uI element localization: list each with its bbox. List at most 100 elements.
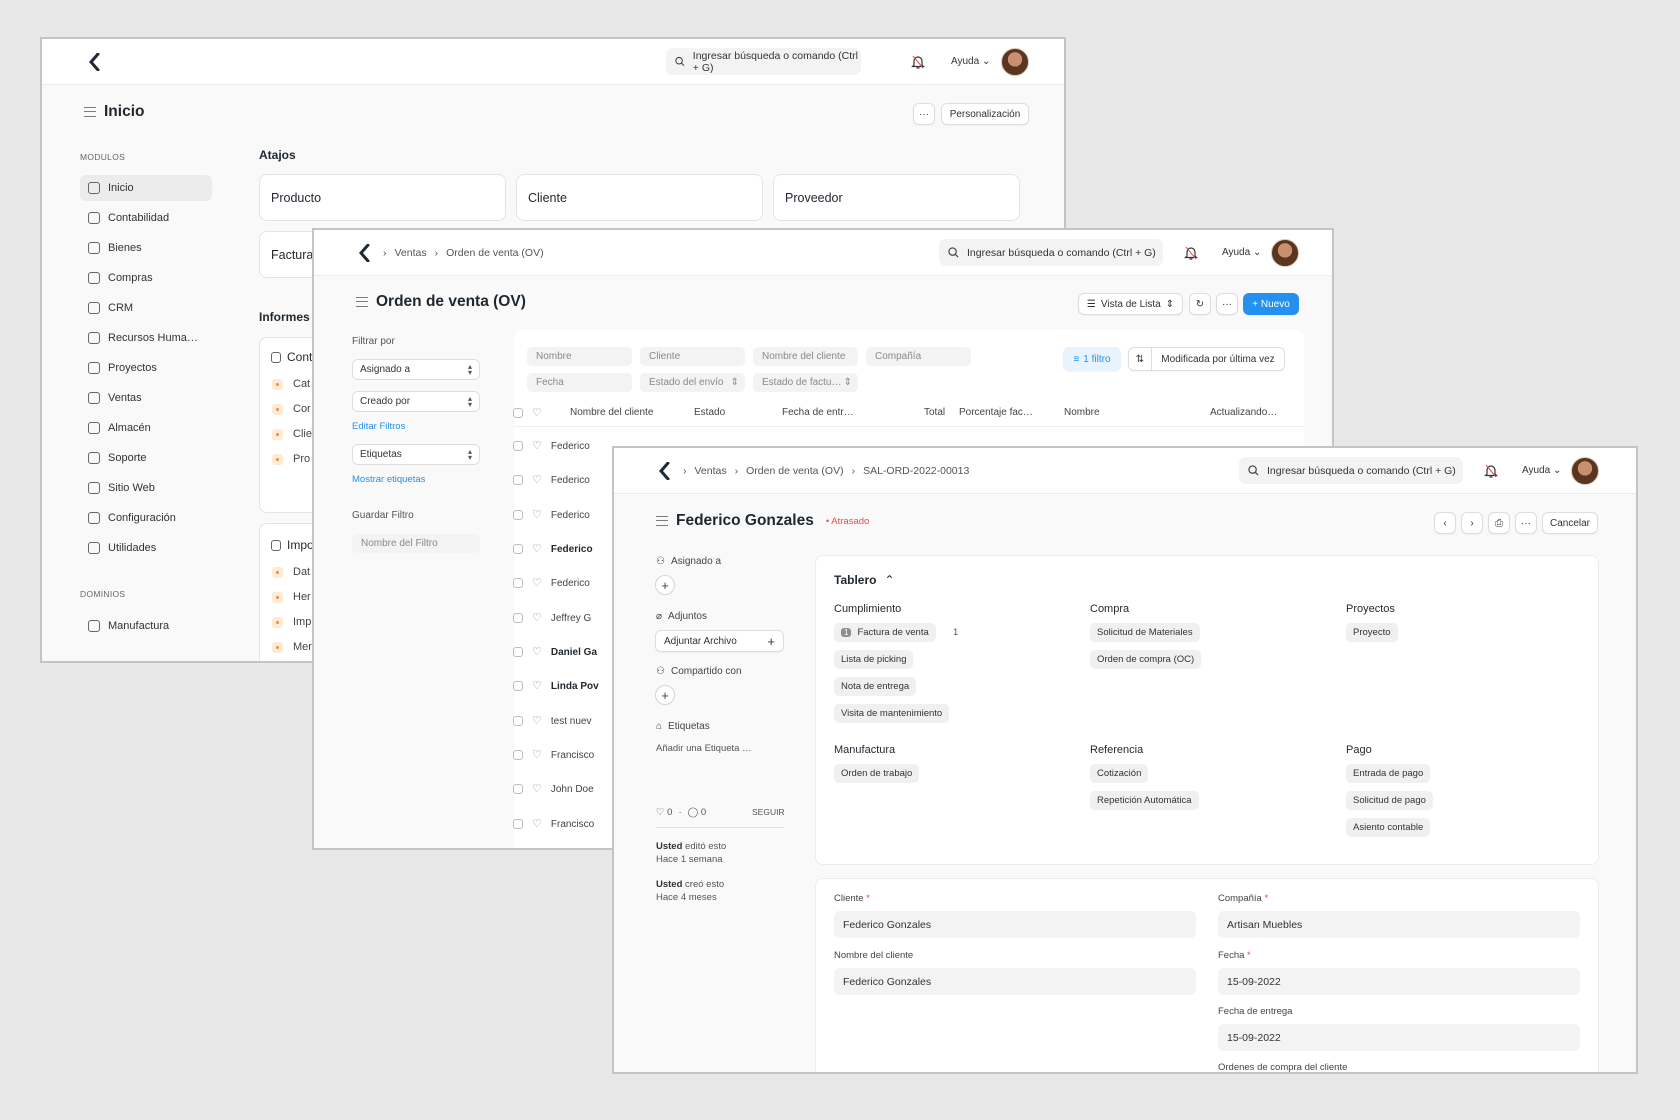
- heart-icon[interactable]: ♡: [532, 784, 542, 795]
- list-row[interactable]: ♡ John Doe: [513, 779, 594, 799]
- link-auto-repeat[interactable]: Repetición Automática: [1090, 791, 1199, 810]
- created-by-filter[interactable]: Creado por ▴ ▾: [352, 391, 480, 412]
- assigned-to-filter[interactable]: Asignado a ▴ ▾: [352, 359, 480, 380]
- name-filter-field[interactable]: Nombre: [527, 347, 632, 366]
- report-link[interactable]: Her: [272, 591, 311, 603]
- filter-name-input[interactable]: Nombre del Filtro: [352, 534, 480, 553]
- list-view-button[interactable]: ☰ Vista de Lista ⇕: [1078, 293, 1183, 315]
- customer-name-field[interactable]: Federico Gonzales: [834, 968, 1196, 995]
- list-row[interactable]: ♡ Linda Pov: [513, 676, 599, 696]
- dashboard-title[interactable]: Tablero ⌃: [834, 573, 895, 587]
- sidebar-item-crm[interactable]: CRM: [80, 295, 212, 321]
- shortcut-cliente[interactable]: Cliente: [516, 174, 763, 221]
- report-link[interactable]: Cat: [272, 378, 310, 390]
- col-billing-percent[interactable]: Porcentaje fac…: [959, 407, 1033, 418]
- report-link[interactable]: Imp: [272, 616, 311, 628]
- link-sales-invoice[interactable]: 1 Factura de venta: [834, 623, 936, 642]
- list-row[interactable]: ♡ Daniel Ga: [513, 642, 597, 662]
- customer-filter-field[interactable]: Cliente: [640, 347, 745, 366]
- link-work-order[interactable]: Orden de trabajo: [834, 764, 920, 783]
- notification-bell-icon[interactable]: [911, 54, 925, 70]
- follow-button[interactable]: SEGUIR: [752, 806, 785, 819]
- breadcrumb-sales-order[interactable]: Orden de venta (OV): [746, 465, 843, 477]
- list-row[interactable]: ♡ Francisco: [513, 814, 594, 834]
- sidebar-item-recursos-humanos[interactable]: Recursos Huma…: [80, 325, 212, 351]
- shortcut-producto[interactable]: Producto: [259, 174, 506, 221]
- link-payment-entry[interactable]: Entrada de pago: [1346, 764, 1431, 783]
- sidebar-item-soporte[interactable]: Soporte: [80, 445, 212, 471]
- report-link[interactable]: Clie: [272, 428, 312, 440]
- search-input[interactable]: Ingresar búsqueda o comando (Ctrl + G): [1239, 457, 1463, 484]
- company-field[interactable]: Artisan Muebles: [1218, 911, 1580, 938]
- attach-file-button[interactable]: Adjuntar Archivo +: [655, 630, 784, 652]
- sidebar-item-compras[interactable]: Compras: [80, 265, 212, 291]
- heart-icon[interactable]: ♡: [532, 578, 542, 589]
- delivery-date-field[interactable]: 15-09-2022: [1218, 1024, 1580, 1051]
- billing-status-filter-field[interactable]: Estado de factu… ⇕: [753, 373, 858, 392]
- new-button[interactable]: + Nuevo: [1243, 293, 1299, 315]
- row-checkbox[interactable]: [513, 784, 523, 794]
- row-checkbox[interactable]: [513, 441, 523, 451]
- heart-icon[interactable]: ♡: [532, 819, 542, 830]
- sidebar-toggle-icon[interactable]: [356, 297, 368, 307]
- row-checkbox[interactable]: [513, 681, 523, 691]
- sidebar-item-sitio-web[interactable]: Sitio Web: [80, 475, 212, 501]
- user-avatar[interactable]: [1001, 48, 1029, 76]
- row-checkbox[interactable]: [513, 510, 523, 520]
- heart-icon[interactable]: ♡: [532, 475, 542, 486]
- search-input[interactable]: Ingresar búsqueda o comando (Ctrl + G): [666, 48, 861, 75]
- row-checkbox[interactable]: [513, 613, 523, 623]
- row-checkbox[interactable]: [513, 647, 523, 657]
- col-delivery-date[interactable]: Fecha de entr…: [782, 407, 854, 418]
- col-total[interactable]: Total: [924, 407, 945, 418]
- prev-button[interactable]: ‹: [1434, 512, 1456, 534]
- report-link[interactable]: Pro: [272, 453, 310, 465]
- user-avatar[interactable]: [1271, 239, 1299, 267]
- more-button[interactable]: ···: [913, 103, 935, 125]
- like-count[interactable]: ♡ 0: [656, 806, 672, 819]
- sidebar-item-almacen[interactable]: Almacén: [80, 415, 212, 441]
- add-tag-link[interactable]: Añadir una Etiqueta …: [656, 742, 752, 755]
- report-link[interactable]: Dat: [272, 566, 310, 578]
- link-delivery-note[interactable]: Nota de entrega: [834, 677, 917, 696]
- heart-icon[interactable]: ♡: [532, 647, 542, 658]
- heart-icon[interactable]: ♡: [532, 750, 542, 761]
- customer-field[interactable]: Federico Gonzales: [834, 911, 1196, 938]
- show-tags-link[interactable]: Mostrar etiquetas: [352, 474, 425, 485]
- more-button[interactable]: ···: [1216, 293, 1238, 315]
- customize-button[interactable]: Personalización: [941, 103, 1029, 125]
- notification-bell-icon[interactable]: [1184, 245, 1198, 261]
- app-logo-icon[interactable]: [358, 244, 372, 262]
- list-row[interactable]: ♡ Federico: [513, 539, 593, 559]
- help-menu[interactable]: Ayuda ⌄: [951, 56, 990, 67]
- cancel-button[interactable]: Cancelar: [1542, 512, 1598, 534]
- customer-name-filter-field[interactable]: Nombre del cliente: [753, 347, 858, 366]
- sidebar-item-proyectos[interactable]: Proyectos: [80, 355, 212, 381]
- row-checkbox[interactable]: [513, 716, 523, 726]
- list-row[interactable]: ♡ test nuev: [513, 711, 591, 731]
- report-link[interactable]: Mer: [272, 641, 312, 653]
- heart-icon[interactable]: ♡: [532, 716, 542, 727]
- filter-button[interactable]: ≡ 1 filtro: [1063, 347, 1121, 371]
- breadcrumb-sales-order[interactable]: Orden de venta (OV): [446, 247, 543, 259]
- user-avatar[interactable]: [1571, 457, 1599, 485]
- col-name[interactable]: Nombre: [1064, 407, 1100, 418]
- delivery-status-filter-field[interactable]: Estado del envío ⇕: [640, 373, 745, 392]
- row-checkbox[interactable]: [513, 578, 523, 588]
- comment-count[interactable]: ◯ 0: [688, 806, 707, 819]
- list-row[interactable]: ♡ Federico: [513, 573, 590, 593]
- company-filter-field[interactable]: Compañía: [866, 347, 971, 366]
- link-maintenance-visit[interactable]: Visita de mantenimiento: [834, 704, 950, 723]
- search-input[interactable]: Ingresar búsqueda o comando (Ctrl + G): [939, 239, 1163, 266]
- link-payment-request[interactable]: Solicitud de pago: [1346, 791, 1433, 810]
- sidebar-item-bienes[interactable]: Bienes: [80, 235, 212, 261]
- link-purchase-order[interactable]: Orden de compra (OC): [1090, 650, 1202, 669]
- list-row[interactable]: ♡ Federico: [513, 470, 590, 490]
- breadcrumb-document[interactable]: SAL-ORD-2022-00013: [863, 465, 969, 477]
- tags-filter[interactable]: Etiquetas ▴ ▾: [352, 444, 480, 465]
- row-checkbox[interactable]: [513, 750, 523, 760]
- sidebar-toggle-icon[interactable]: [656, 516, 668, 526]
- heart-icon[interactable]: ♡: [532, 613, 542, 624]
- sidebar-item-utilidades[interactable]: Utilidades: [80, 535, 212, 561]
- breadcrumb-ventas[interactable]: Ventas: [695, 465, 727, 477]
